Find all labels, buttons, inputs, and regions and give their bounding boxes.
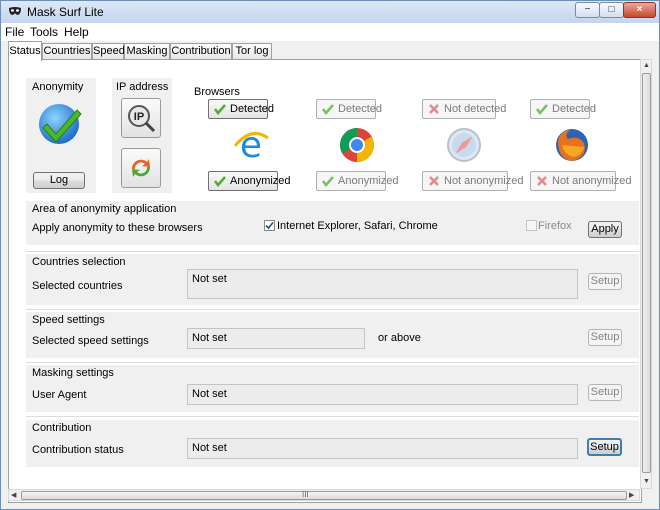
refresh-ip-button[interactable]: [121, 148, 161, 188]
speed-value-field: Not set: [187, 328, 365, 349]
scroll-down-icon[interactable]: ▼: [643, 478, 650, 485]
cross-icon: [429, 176, 439, 186]
anonymity-label: Anonymity: [32, 81, 84, 93]
masking-section: Masking settings User Agent Not set Setu…: [26, 365, 639, 412]
check-icon: [322, 176, 334, 187]
contribution-value-field: Not set: [187, 438, 578, 459]
safari-detected-status[interactable]: Not detected: [422, 99, 506, 119]
firefox-checkbox[interactable]: [526, 220, 537, 231]
scroll-left-icon[interactable]: ◀: [11, 491, 16, 499]
firefox-detected-status[interactable]: Detected: [530, 99, 596, 119]
ie-detected-status[interactable]: Detected: [208, 99, 274, 119]
anonymity-panel: Anonymity Log: [26, 78, 96, 193]
check-globe-icon: [39, 104, 82, 144]
tab-tor-log[interactable]: Tor log: [232, 43, 272, 59]
divider: [26, 251, 639, 252]
ip-lookup-icon: IP: [128, 105, 156, 133]
mask-icon: [9, 7, 21, 15]
menu-file[interactable]: File: [5, 25, 24, 39]
countries-row-label: Selected countries: [32, 280, 123, 292]
tab-speed[interactable]: Speed: [92, 43, 125, 59]
countries-setup-button[interactable]: Setup: [588, 273, 622, 290]
horizontal-scrollbar[interactable]: ◀ III ▶: [8, 489, 640, 501]
status-tab-content: Anonymity Log IP address IP Browsers Det…: [8, 59, 642, 503]
check-icon: [214, 104, 226, 115]
title-bar[interactable]: Mask Surf Lite − □ ×: [1, 1, 659, 23]
contribution-setup-button[interactable]: Setup: [587, 438, 622, 456]
countries-section-title: Countries selection: [32, 256, 126, 268]
contribution-section: Contribution Contribution status Not set…: [26, 420, 639, 467]
minimize-button[interactable]: −: [575, 2, 600, 18]
contribution-section-title: Contribution: [32, 422, 92, 434]
masking-setup-button[interactable]: Setup: [588, 384, 622, 401]
tab-contribution[interactable]: Contribution: [170, 43, 232, 59]
tab-countries[interactable]: Countries: [42, 43, 92, 59]
log-button[interactable]: Log: [33, 172, 85, 189]
firefox-anonymized-status[interactable]: Not anonymized: [530, 171, 632, 191]
window-title: Mask Surf Lite: [27, 5, 104, 19]
ip-address-label: IP address: [116, 81, 169, 93]
tab-status[interactable]: Status: [8, 41, 42, 61]
safari-anonymized-status[interactable]: Not anonymized: [422, 171, 524, 191]
check-icon: [536, 104, 548, 115]
masking-section-title: Masking settings: [32, 367, 114, 379]
countries-section: Countries selection Selected countries N…: [26, 254, 639, 305]
check-icon: [214, 176, 226, 187]
user-agent-field: Not set: [187, 384, 578, 405]
menu-help[interactable]: Help: [64, 25, 89, 39]
area-section-title: Area of anonymity application: [32, 203, 177, 215]
firefox-checkbox-label[interactable]: Firefox: [538, 220, 572, 232]
browsers-label: Browsers: [194, 86, 240, 98]
area-section: Area of anonymity application Apply anon…: [26, 201, 639, 245]
contribution-row-label: Contribution status: [32, 444, 124, 456]
chrome-anonymized-status[interactable]: Anonymized: [316, 171, 399, 191]
vertical-scroll-thumb[interactable]: [642, 73, 651, 473]
tab-masking[interactable]: Masking: [124, 43, 170, 59]
speed-suffix-label: or above: [378, 332, 421, 344]
countries-value-field: Not set: [187, 269, 578, 299]
browsers-checkbox[interactable]: [264, 220, 275, 231]
safari-icon: [447, 128, 481, 162]
scroll-right-icon[interactable]: ▶: [629, 491, 634, 499]
refresh-arrows-icon: [131, 159, 151, 177]
svg-text:e: e: [240, 126, 262, 164]
speed-row-label: Selected speed settings: [32, 335, 149, 347]
ip-icon-text: IP: [134, 111, 144, 123]
ip-lookup-button[interactable]: IP: [121, 98, 161, 138]
speed-section: Speed settings Selected speed settings N…: [26, 312, 639, 358]
scroll-up-icon[interactable]: ▲: [643, 62, 650, 69]
cross-icon: [537, 176, 547, 186]
chrome-icon: [340, 128, 374, 162]
chrome-detected-status[interactable]: Detected: [316, 99, 382, 119]
main-window: Mask Surf Lite − □ × File Tools Help Sta…: [0, 0, 660, 510]
browsers-checkbox-label[interactable]: Internet Explorer, Safari, Chrome: [277, 220, 438, 232]
ie-anonymized-status[interactable]: Anonymized: [208, 171, 291, 191]
menu-tools[interactable]: Tools: [30, 25, 58, 39]
maximize-button[interactable]: □: [599, 2, 624, 18]
check-icon: [322, 104, 334, 115]
cross-icon: [429, 104, 439, 114]
scroll-grip: III: [302, 490, 309, 499]
speed-setup-button[interactable]: Setup: [588, 329, 622, 346]
close-button[interactable]: ×: [623, 2, 656, 18]
firefox-icon: [556, 129, 588, 161]
ie-icon: e: [233, 126, 269, 164]
area-row-label: Apply anonymity to these browsers: [32, 222, 203, 234]
divider: [26, 416, 639, 417]
masking-row-label: User Agent: [32, 389, 87, 401]
divider: [26, 309, 639, 310]
menu-bar: File Tools Help: [1, 23, 659, 41]
apply-button[interactable]: Apply: [588, 221, 622, 238]
speed-section-title: Speed settings: [32, 314, 105, 326]
checkmark-icon: [265, 221, 274, 230]
horizontal-scroll-thumb[interactable]: III: [21, 490, 627, 500]
ip-address-panel: IP address IP: [112, 78, 172, 193]
vertical-scrollbar[interactable]: ▲ ▼: [640, 59, 652, 489]
divider: [26, 362, 639, 363]
